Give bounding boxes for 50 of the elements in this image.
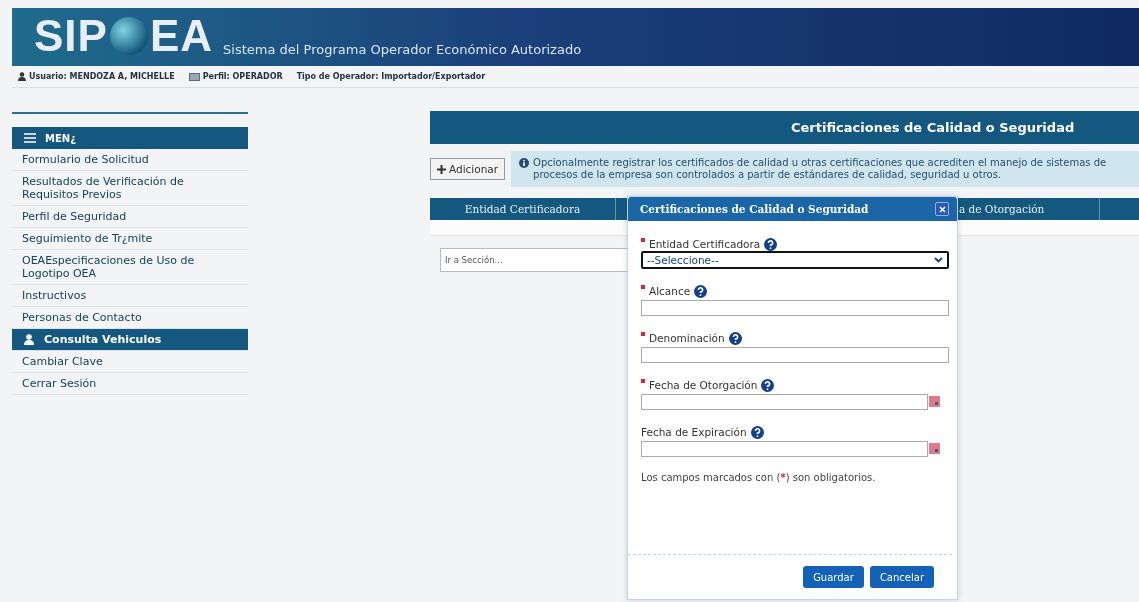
field-label: Fecha de Expiración — [641, 426, 747, 438]
user-icon — [24, 334, 34, 345]
menu-title: MEN¿ — [45, 132, 76, 144]
modal-title: Certificaciones de Calidad o Seguridad — [640, 203, 869, 215]
help-icon[interactable] — [750, 425, 764, 439]
sidebar-item[interactable]: Perfil de Seguridad — [12, 206, 248, 228]
dialog-button[interactable]: Guardar — [803, 566, 864, 588]
field-label: Entidad Certificadora — [649, 238, 761, 250]
plus-icon — [437, 164, 446, 174]
close-button[interactable] — [935, 202, 949, 216]
sidebar-item[interactable]: Seguimiento de Tr¿mite — [12, 228, 248, 250]
sidebar-item[interactable]: Resultados de Verificación de Requisitos Previos — [12, 171, 248, 206]
list-icon — [188, 72, 200, 81]
chevron-icon — [934, 257, 943, 263]
info-icon — [519, 158, 530, 168]
sidebar-item[interactable]: OEAEspecificaciones de Uso de Logotipo OEA — [12, 250, 248, 285]
info-text: Opcionalmente registrar los certificados de calidad u otras certificaciones que acrediten el manejo de sistemas de procesos de la empresa son controlados a partir de estándares de calidad, seguridad u otros. — [533, 157, 1108, 181]
help-icon[interactable] — [694, 284, 708, 298]
date-field[interactable] — [641, 441, 928, 457]
add-button[interactable]: Adicionar — [430, 158, 506, 180]
sidebar-item[interactable]: Cambiar Clave — [12, 351, 248, 373]
user-icon — [18, 72, 26, 81]
user-info: Usuario: MENDOZA A, MICHELLE — [18, 72, 175, 81]
date-field[interactable] — [641, 394, 928, 410]
sidebar-item[interactable]: Consulta Vehiculos — [12, 329, 248, 351]
sidebar-item[interactable]: Instructivos — [12, 285, 248, 307]
help-icon[interactable] — [764, 237, 778, 251]
calendar-icon[interactable] — [929, 442, 940, 454]
input-field[interactable] — [641, 347, 949, 363]
sidebar-item[interactable]: Formulario de Solicitud — [12, 149, 248, 171]
input-field[interactable] — [641, 300, 949, 316]
select-field[interactable]: --Seleccione-- — [641, 251, 949, 269]
field-label: Alcance — [649, 285, 691, 297]
user-info: Tipo de Operador: Importador/Exportador — [296, 72, 486, 81]
user-info: Perfil: OPERADOR — [188, 72, 283, 81]
sidebar-item[interactable]: Cerrar Sesión — [12, 373, 248, 395]
app-subtitle: Sistema del Programa Operador Económico Autorizado — [223, 42, 582, 57]
calendar-icon[interactable] — [929, 395, 940, 407]
close-icon — [938, 205, 946, 213]
menu-icon — [24, 133, 36, 143]
required-note: Los campos marcados con (*) son obligatorios. — [641, 472, 877, 483]
globe-icon — [108, 16, 149, 56]
logo-text: EA — [149, 12, 214, 60]
help-icon[interactable] — [728, 331, 742, 345]
section-title: Certificaciones de Calidad o Seguridad — [791, 120, 1075, 135]
field-label: Fecha de Otorgación — [649, 379, 758, 391]
help-icon[interactable] — [761, 378, 775, 392]
dialog-button[interactable]: Cancelar — [869, 566, 934, 588]
logo-text: SIP — [34, 12, 108, 60]
field-label: Denominación — [649, 332, 725, 344]
